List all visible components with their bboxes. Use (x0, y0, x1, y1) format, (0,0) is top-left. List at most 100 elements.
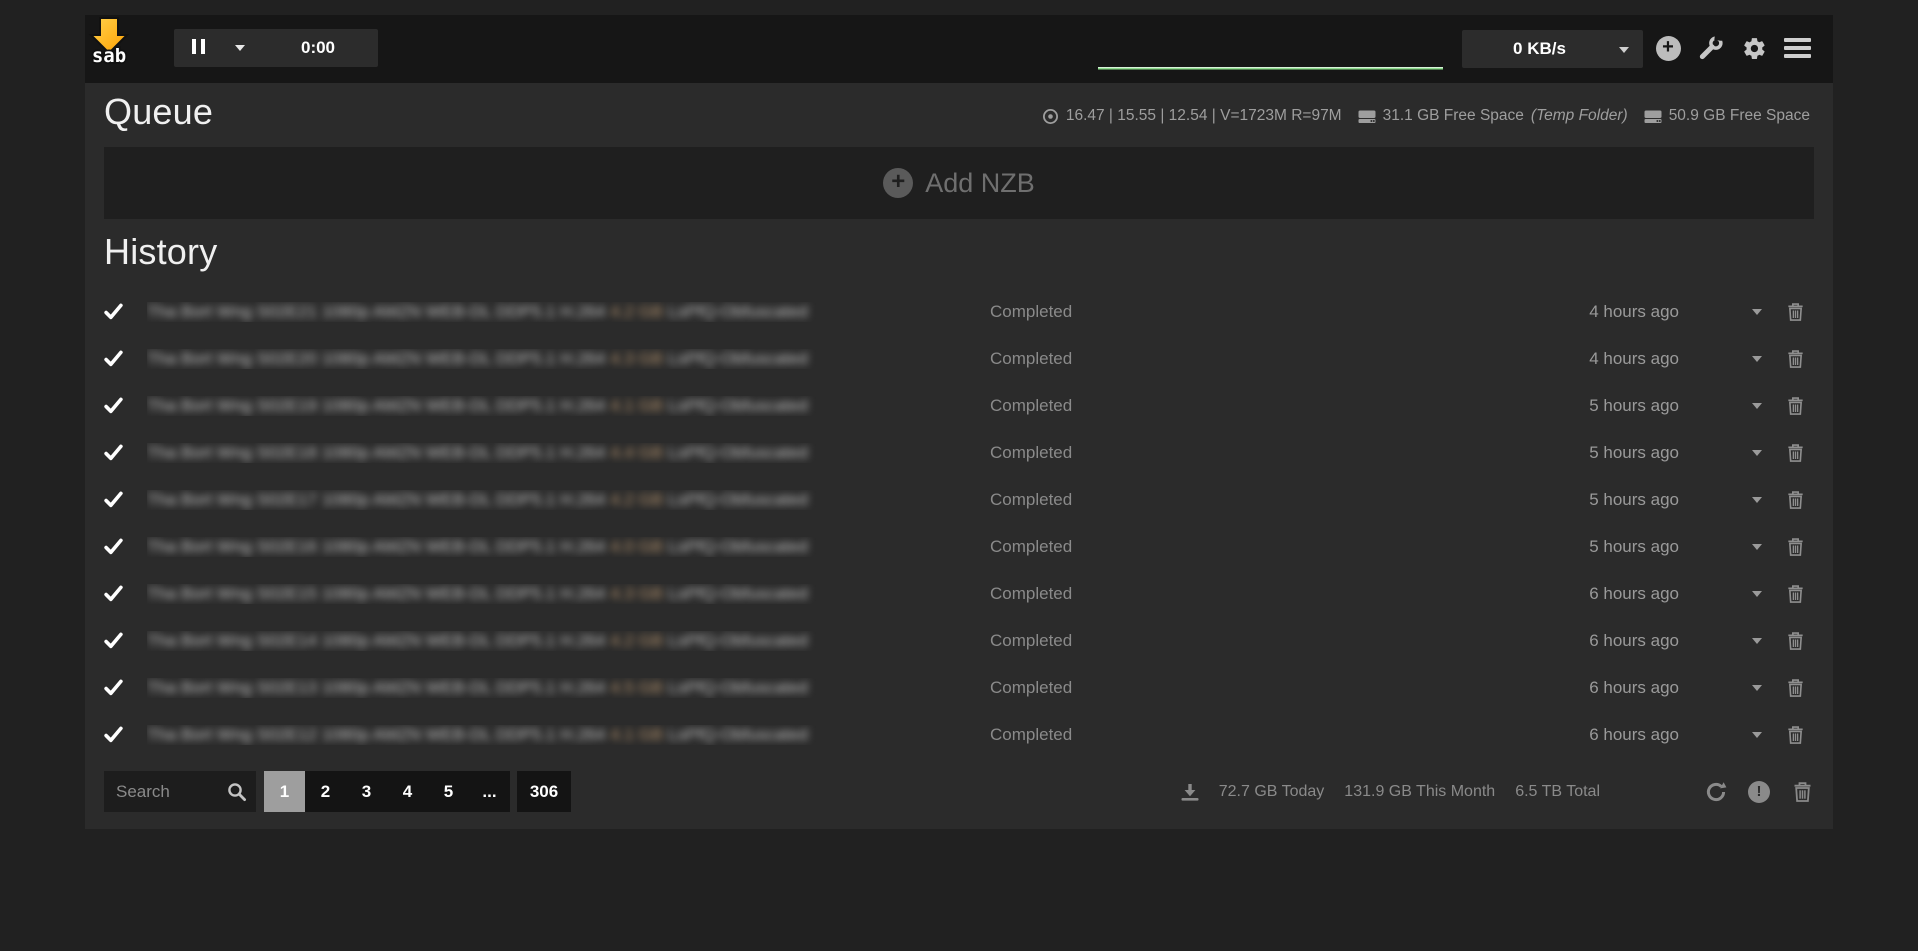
hard-drive-icon (1644, 109, 1662, 124)
row-actions-dropdown[interactable] (1739, 309, 1775, 315)
row-delete-button[interactable] (1775, 537, 1815, 557)
history-item-time: 4 hours ago (1479, 349, 1679, 369)
check-icon (104, 679, 147, 696)
pagination-page-button[interactable]: 5 (428, 771, 469, 812)
history-item-time: 6 hours ago (1479, 631, 1679, 651)
pagination-page-button[interactable]: 3 (346, 771, 387, 812)
info-circle-icon: ! (1748, 781, 1770, 803)
add-nzb-button[interactable]: + (1653, 29, 1683, 67)
row-actions-dropdown[interactable] (1739, 497, 1775, 503)
add-nzb-dropzone[interactable]: + Add NZB (104, 147, 1814, 219)
pause-timer: 0:00 (258, 29, 378, 67)
chevron-down-icon (1752, 403, 1762, 409)
pagination-page-button[interactable]: 306 (517, 771, 571, 812)
row-delete-button[interactable] (1775, 396, 1815, 416)
chevron-down-icon (1752, 497, 1762, 503)
row-actions-dropdown[interactable] (1739, 403, 1775, 409)
row-actions-dropdown[interactable] (1739, 638, 1775, 644)
download-stats: 72.7 GB Today 131.9 GB This Month 6.5 TB… (1181, 783, 1600, 801)
hard-drive-icon (1358, 109, 1376, 124)
menu-hamburger-button[interactable] (1782, 29, 1812, 67)
row-actions-dropdown[interactable] (1739, 450, 1775, 456)
plus-circle-icon: + (1656, 36, 1681, 61)
temp-free-space: 31.1 GB Free Space (Temp Folder) (1358, 107, 1628, 125)
chevron-down-icon (1752, 685, 1762, 691)
pagination-page-button[interactable]: 1 (264, 771, 305, 812)
info-button[interactable]: ! (1747, 779, 1771, 805)
history-item-name-blurred[interactable]: Tha Bort Wng S02E13 1080p AMZN WEB-DL DD… (147, 678, 990, 698)
row-delete-button[interactable] (1775, 725, 1815, 745)
pause-button[interactable] (174, 29, 222, 67)
check-icon (104, 585, 147, 602)
history-item-status: Completed (990, 349, 1479, 369)
history-item-status: Completed (990, 302, 1479, 322)
trash-icon (1787, 396, 1804, 416)
row-actions-dropdown[interactable] (1739, 732, 1775, 738)
pagination-page-button[interactable]: ... (469, 771, 510, 812)
trash-icon (1787, 443, 1804, 463)
history-row: Tha Bort Wng S02E14 1080p AMZN WEB-DL DD… (85, 617, 1833, 664)
queue-title: Queue (104, 91, 213, 133)
history-item-name-blurred[interactable]: Tha Bort Wng S02E20 1080p AMZN WEB-DL DD… (147, 349, 990, 369)
speed-limit-dropdown[interactable]: 0 KB/s (1462, 30, 1643, 68)
purge-history-button[interactable] (1790, 779, 1814, 805)
repair-wrench-button[interactable] (1696, 29, 1726, 67)
sabnzbd-logo[interactable]: sab (88, 17, 130, 67)
settings-gear-button[interactable] (1739, 29, 1769, 67)
stat-today: 72.7 GB Today (1219, 783, 1325, 801)
search-input[interactable] (104, 782, 227, 802)
check-icon (104, 397, 147, 414)
history-row: Tha Bort Wng S02E15 1080p AMZN WEB-DL DD… (85, 570, 1833, 617)
trash-icon (1787, 302, 1804, 322)
pagination-page-button[interactable]: 2 (305, 771, 346, 812)
history-item-name-blurred[interactable]: Tha Bort Wng S02E15 1080p AMZN WEB-DL DD… (147, 584, 990, 604)
refresh-icon (1704, 780, 1728, 804)
target-icon (1042, 108, 1059, 125)
wrench-icon (1698, 35, 1724, 61)
row-actions-dropdown[interactable] (1739, 685, 1775, 691)
history-actions: ! (1704, 779, 1814, 805)
refresh-button[interactable] (1704, 779, 1728, 805)
history-item-name-blurred[interactable]: Tha Bort Wng S02E19 1080p AMZN WEB-DL DD… (147, 396, 990, 416)
speed-graph (1098, 67, 1443, 70)
row-delete-button[interactable] (1775, 584, 1815, 604)
pagination-page-button[interactable]: 4 (387, 771, 428, 812)
history-item-name-blurred[interactable]: Tha Bort Wng S02E21 1080p AMZN WEB-DL DD… (147, 302, 990, 322)
search-icon[interactable] (227, 782, 247, 802)
row-delete-button[interactable] (1775, 490, 1815, 510)
queue-header: Queue 16.47 | 15.55 | 12.54 | V=1723M R=… (104, 83, 1810, 147)
trash-icon (1787, 631, 1804, 651)
hamburger-icon (1784, 34, 1811, 62)
row-delete-button[interactable] (1775, 678, 1815, 698)
row-actions-dropdown[interactable] (1739, 591, 1775, 597)
main-panel: Queue 16.47 | 15.55 | 12.54 | V=1723M R=… (85, 83, 1833, 829)
history-item-time: 5 hours ago (1479, 396, 1679, 416)
row-delete-button[interactable] (1775, 631, 1815, 651)
history-row: Tha Bort Wng S02E17 1080p AMZN WEB-DL DD… (85, 476, 1833, 523)
row-delete-button[interactable] (1775, 302, 1815, 322)
row-delete-button[interactable] (1775, 349, 1815, 369)
history-item-name-blurred[interactable]: Tha Bort Wng S02E12 1080p AMZN WEB-DL DD… (147, 725, 990, 745)
download-arrow-icon: sab (88, 17, 130, 67)
history-item-time: 4 hours ago (1479, 302, 1679, 322)
history-item-time: 5 hours ago (1479, 490, 1679, 510)
trash-icon (1787, 584, 1804, 604)
row-delete-button[interactable] (1775, 443, 1815, 463)
history-item-name-blurred[interactable]: Tha Bort Wng S02E18 1080p AMZN WEB-DL DD… (147, 443, 990, 463)
row-actions-dropdown[interactable] (1739, 544, 1775, 550)
trash-icon (1787, 537, 1804, 557)
row-actions-dropdown[interactable] (1739, 356, 1775, 362)
trash-icon (1787, 490, 1804, 510)
trash-icon (1793, 781, 1812, 803)
chevron-down-icon (235, 45, 245, 51)
history-row: Tha Bort Wng S02E13 1080p AMZN WEB-DL DD… (85, 664, 1833, 711)
history-item-name-blurred[interactable]: Tha Bort Wng S02E17 1080p AMZN WEB-DL DD… (147, 490, 990, 510)
history-row: Tha Bort Wng S02E16 1080p AMZN WEB-DL DD… (85, 523, 1833, 570)
history-footer: 1 2 3 4 5 ... 306 72.7 GB Today 131.9 GB… (104, 771, 1814, 812)
chevron-down-icon (1752, 732, 1762, 738)
stat-month: 131.9 GB This Month (1344, 783, 1495, 801)
history-item-name-blurred[interactable]: Tha Bort Wng S02E14 1080p AMZN WEB-DL DD… (147, 631, 990, 651)
pause-duration-dropdown[interactable] (222, 29, 258, 67)
history-item-name-blurred[interactable]: Tha Bort Wng S02E16 1080p AMZN WEB-DL DD… (147, 537, 990, 557)
history-item-status: Completed (990, 537, 1479, 557)
